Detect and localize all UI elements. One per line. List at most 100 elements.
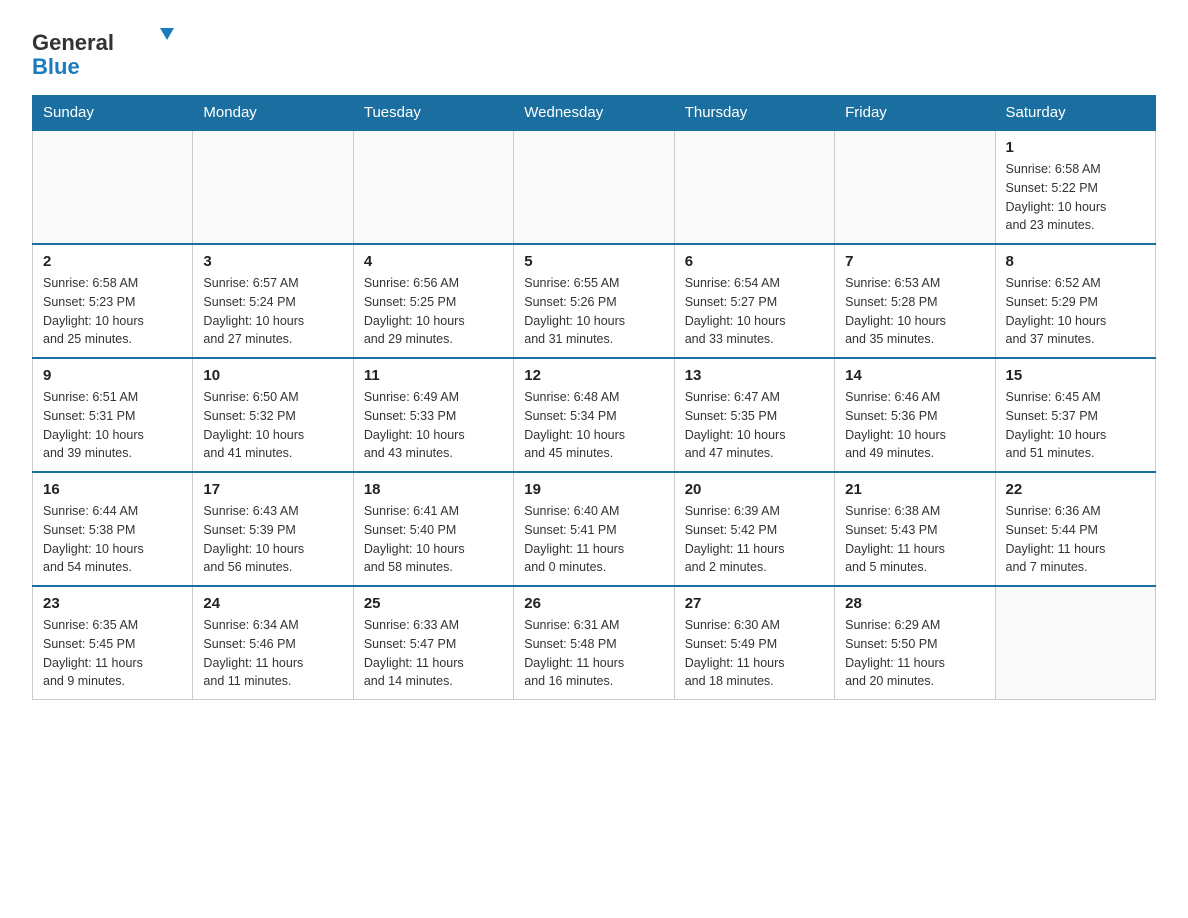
day-number: 17 <box>203 481 342 498</box>
calendar-cell: 4 Sunrise: 6:56 AMSunset: 5:25 PMDaylight… <box>353 244 513 358</box>
day-info: Sunrise: 6:45 AMSunset: 5:37 PMDaylight:… <box>1006 388 1145 463</box>
day-number: 13 <box>685 367 824 384</box>
calendar-cell <box>674 130 834 244</box>
week-row-5: 23 Sunrise: 6:35 AMSunset: 5:45 PMDayligh… <box>33 586 1156 700</box>
calendar-cell: 5 Sunrise: 6:55 AMSunset: 5:26 PMDaylight… <box>514 244 674 358</box>
column-header-friday: Friday <box>835 96 995 131</box>
day-number: 14 <box>845 367 984 384</box>
logo-svg: General Blue <box>32 24 192 79</box>
day-info: Sunrise: 6:35 AMSunset: 5:45 PMDaylight:… <box>43 616 182 691</box>
week-row-3: 9 Sunrise: 6:51 AMSunset: 5:31 PMDaylight… <box>33 358 1156 472</box>
calendar-cell <box>33 130 193 244</box>
day-number: 10 <box>203 367 342 384</box>
calendar-cell <box>193 130 353 244</box>
calendar-cell: 16Sunrise: 6:44 AMSunset: 5:38 PMDayligh… <box>33 472 193 586</box>
day-number: 5 <box>524 253 663 270</box>
day-info: Sunrise: 6:56 AMSunset: 5:25 PMDaylight:… <box>364 274 503 349</box>
day-info: Sunrise: 6:48 AMSunset: 5:34 PMDaylight:… <box>524 388 663 463</box>
calendar-cell: 3 Sunrise: 6:57 AMSunset: 5:24 PMDaylight… <box>193 244 353 358</box>
calendar-cell: 13 Sunrise: 6:47 AMSunset: 5:35 PMDayligh… <box>674 358 834 472</box>
calendar-cell <box>995 586 1155 700</box>
day-info: Sunrise: 6:57 AMSunset: 5:24 PMDaylight:… <box>203 274 342 349</box>
day-number: 15 <box>1006 367 1145 384</box>
week-row-1: 1 Sunrise: 6:58 AMSunset: 5:22 PMDaylight… <box>33 130 1156 244</box>
calendar-cell: 18Sunrise: 6:41 AMSunset: 5:40 PMDayligh… <box>353 472 513 586</box>
day-info: Sunrise: 6:30 AMSunset: 5:49 PMDaylight:… <box>685 616 824 691</box>
calendar-cell: 21 Sunrise: 6:38 AMSunset: 5:43 PMDayligh… <box>835 472 995 586</box>
day-info: Sunrise: 6:40 AMSunset: 5:41 PMDaylight:… <box>524 502 663 577</box>
day-number: 12 <box>524 367 663 384</box>
day-info: Sunrise: 6:47 AMSunset: 5:35 PMDaylight:… <box>685 388 824 463</box>
column-header-sunday: Sunday <box>33 96 193 131</box>
day-number: 24 <box>203 595 342 612</box>
day-header-row: SundayMondayTuesdayWednesdayThursdayFrid… <box>33 96 1156 131</box>
day-info: Sunrise: 6:54 AMSunset: 5:27 PMDaylight:… <box>685 274 824 349</box>
day-number: 23 <box>43 595 182 612</box>
calendar-cell: 17 Sunrise: 6:43 AMSunset: 5:39 PMDayligh… <box>193 472 353 586</box>
calendar-cell: 20 Sunrise: 6:39 AMSunset: 5:42 PMDayligh… <box>674 472 834 586</box>
calendar-cell: 9 Sunrise: 6:51 AMSunset: 5:31 PMDaylight… <box>33 358 193 472</box>
day-info: Sunrise: 6:55 AMSunset: 5:26 PMDaylight:… <box>524 274 663 349</box>
calendar-cell: 12 Sunrise: 6:48 AMSunset: 5:34 PMDayligh… <box>514 358 674 472</box>
day-info: Sunrise: 6:51 AMSunset: 5:31 PMDaylight:… <box>43 388 182 463</box>
calendar-cell: 24 Sunrise: 6:34 AMSunset: 5:46 PMDayligh… <box>193 586 353 700</box>
calendar-cell: 8 Sunrise: 6:52 AMSunset: 5:29 PMDaylight… <box>995 244 1155 358</box>
day-number: 4 <box>364 253 503 270</box>
calendar-cell: 14 Sunrise: 6:46 AMSunset: 5:36 PMDayligh… <box>835 358 995 472</box>
day-info: Sunrise: 6:46 AMSunset: 5:36 PMDaylight:… <box>845 388 984 463</box>
day-number: 28 <box>845 595 984 612</box>
day-info: Sunrise: 6:36 AMSunset: 5:44 PMDaylight:… <box>1006 502 1145 577</box>
day-number: 21 <box>845 481 984 498</box>
day-number: 26 <box>524 595 663 612</box>
calendar-cell <box>353 130 513 244</box>
svg-text:Blue: Blue <box>32 54 80 79</box>
calendar-cell: 26 Sunrise: 6:31 AMSunset: 5:48 PMDayligh… <box>514 586 674 700</box>
day-number: 2 <box>43 253 182 270</box>
day-number: 22 <box>1006 481 1145 498</box>
calendar-cell: 15 Sunrise: 6:45 AMSunset: 5:37 PMDayligh… <box>995 358 1155 472</box>
day-info: Sunrise: 6:44 AMSunset: 5:38 PMDaylight:… <box>43 502 182 577</box>
week-row-2: 2 Sunrise: 6:58 AMSunset: 5:23 PMDaylight… <box>33 244 1156 358</box>
calendar-cell <box>835 130 995 244</box>
calendar-cell: 28 Sunrise: 6:29 AMSunset: 5:50 PMDayligh… <box>835 586 995 700</box>
calendar-cell: 7 Sunrise: 6:53 AMSunset: 5:28 PMDaylight… <box>835 244 995 358</box>
calendar-cell: 1 Sunrise: 6:58 AMSunset: 5:22 PMDaylight… <box>995 130 1155 244</box>
day-info: Sunrise: 6:38 AMSunset: 5:43 PMDaylight:… <box>845 502 984 577</box>
day-info: Sunrise: 6:58 AMSunset: 5:22 PMDaylight:… <box>1006 160 1145 235</box>
column-header-tuesday: Tuesday <box>353 96 513 131</box>
day-number: 3 <box>203 253 342 270</box>
calendar-cell: 19 Sunrise: 6:40 AMSunset: 5:41 PMDayligh… <box>514 472 674 586</box>
day-info: Sunrise: 6:58 AMSunset: 5:23 PMDaylight:… <box>43 274 182 349</box>
calendar-cell: 6Sunrise: 6:54 AMSunset: 5:27 PMDaylight… <box>674 244 834 358</box>
column-header-thursday: Thursday <box>674 96 834 131</box>
day-info: Sunrise: 6:39 AMSunset: 5:42 PMDaylight:… <box>685 502 824 577</box>
day-number: 7 <box>845 253 984 270</box>
day-info: Sunrise: 6:52 AMSunset: 5:29 PMDaylight:… <box>1006 274 1145 349</box>
week-row-4: 16Sunrise: 6:44 AMSunset: 5:38 PMDayligh… <box>33 472 1156 586</box>
day-info: Sunrise: 6:53 AMSunset: 5:28 PMDaylight:… <box>845 274 984 349</box>
calendar: SundayMondayTuesdayWednesdayThursdayFrid… <box>32 95 1156 700</box>
calendar-cell: 11Sunrise: 6:49 AMSunset: 5:33 PMDayligh… <box>353 358 513 472</box>
day-info: Sunrise: 6:34 AMSunset: 5:46 PMDaylight:… <box>203 616 342 691</box>
day-info: Sunrise: 6:43 AMSunset: 5:39 PMDaylight:… <box>203 502 342 577</box>
day-number: 1 <box>1006 139 1145 156</box>
day-info: Sunrise: 6:31 AMSunset: 5:48 PMDaylight:… <box>524 616 663 691</box>
logo: General Blue <box>32 24 192 79</box>
day-info: Sunrise: 6:33 AMSunset: 5:47 PMDaylight:… <box>364 616 503 691</box>
day-number: 9 <box>43 367 182 384</box>
day-info: Sunrise: 6:29 AMSunset: 5:50 PMDaylight:… <box>845 616 984 691</box>
calendar-cell <box>514 130 674 244</box>
column-header-saturday: Saturday <box>995 96 1155 131</box>
calendar-cell: 2 Sunrise: 6:58 AMSunset: 5:23 PMDaylight… <box>33 244 193 358</box>
column-header-monday: Monday <box>193 96 353 131</box>
calendar-cell: 25Sunrise: 6:33 AMSunset: 5:47 PMDayligh… <box>353 586 513 700</box>
calendar-cell: 27 Sunrise: 6:30 AMSunset: 5:49 PMDayligh… <box>674 586 834 700</box>
page-header: General Blue <box>32 24 1156 79</box>
day-info: Sunrise: 6:49 AMSunset: 5:33 PMDaylight:… <box>364 388 503 463</box>
day-number: 20 <box>685 481 824 498</box>
day-number: 18 <box>364 481 503 498</box>
day-number: 19 <box>524 481 663 498</box>
day-number: 8 <box>1006 253 1145 270</box>
svg-text:General: General <box>32 30 114 55</box>
day-number: 27 <box>685 595 824 612</box>
